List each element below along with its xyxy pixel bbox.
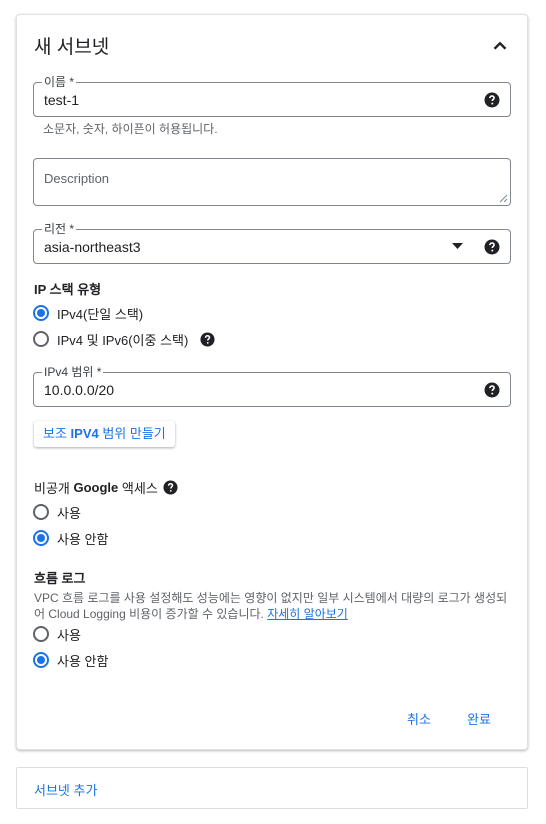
name-hint: 소문자, 숫자, 하이픈이 허용됩니다. (43, 122, 218, 136)
radio-label: 사용 안함 (57, 653, 109, 669)
radio-button[interactable] (33, 652, 49, 668)
button-bold: IPV4 (70, 426, 99, 441)
help-icon[interactable] (484, 382, 500, 398)
region-label: 리전 * (42, 221, 77, 237)
ip-stack-title: IP 스택 유형 (34, 282, 102, 297)
ipv4-range-value: 10.0.0.0/20 (44, 382, 115, 398)
radio-label: 사용 안함 (57, 531, 109, 547)
ipv4-range-field[interactable]: IPv4 범위 * 10.0.0.0/20 (33, 364, 511, 407)
radio-flow-logs-on[interactable]: 사용 (33, 624, 81, 644)
name-field-value: test-1 (44, 92, 80, 108)
add-subnet-label: 서브넷 추가 (34, 783, 98, 798)
region-value: asia-northeast3 (44, 239, 141, 255)
help-icon[interactable] (200, 331, 215, 347)
dropdown-arrow-icon[interactable] (452, 243, 463, 250)
radio-button[interactable] (33, 626, 49, 642)
help-icon[interactable] (163, 480, 178, 495)
new-subnet-card: 새 서브넷 이름 * test-1 소문자, 숫자, 하이픈이 허용됩니다. D… (16, 14, 528, 750)
radio-ipv4-ipv6-dual[interactable]: IPv4 및 IPv6(이중 스택) (33, 329, 215, 349)
description-placeholder: Description (44, 171, 110, 186)
help-icon[interactable] (484, 92, 500, 108)
radio-button[interactable] (33, 530, 49, 546)
radio-label: 사용 (57, 505, 81, 521)
flow-logs-description: VPC 흐름 로그를 사용 설정해도 성능에는 영향이 없지만 일부 시스템에서… (34, 590, 512, 622)
radio-button[interactable] (33, 331, 49, 347)
radio-label: 사용 (57, 627, 81, 643)
name-field[interactable]: 이름 * test-1 (33, 74, 511, 117)
cancel-button[interactable]: 취소 (407, 709, 431, 728)
region-select[interactable]: 리전 * asia-northeast3 (33, 221, 511, 264)
radio-label: IPv4 및 IPv6(이중 스택) (57, 332, 189, 348)
radio-button[interactable] (33, 305, 49, 321)
radio-ipv4-single[interactable]: IPv4(단일 스택) (33, 303, 143, 323)
done-button[interactable]: 완료 (467, 709, 491, 728)
private-google-access-title: 비공개 Google 액세스 (34, 478, 178, 497)
button-suffix: 범위 만들기 (98, 426, 166, 441)
ipv4-range-label: IPv4 범위 * (42, 364, 104, 380)
radio-label: IPv4(단일 스택) (57, 306, 144, 322)
title-suffix: 액세스 (118, 481, 158, 496)
learn-more-link[interactable]: 자세히 알아보기 (267, 607, 348, 621)
radio-private-access-on[interactable]: 사용 (33, 502, 81, 522)
add-subnet-button[interactable]: 서브넷 추가 (16, 767, 528, 809)
flow-logs-title: 흐름 로그 (34, 571, 86, 586)
create-secondary-ipv4-range-button[interactable]: 보조 IPV4 범위 만들기 (34, 421, 175, 447)
help-icon[interactable] (484, 239, 500, 255)
chevron-up-icon[interactable] (489, 35, 511, 57)
name-field-label: 이름 * (42, 74, 77, 90)
card-title: 새 서브넷 (34, 37, 110, 58)
radio-button[interactable] (33, 504, 49, 520)
button-prefix: 보조 (43, 426, 71, 441)
title-bold: Google (73, 480, 119, 495)
resize-handle-icon[interactable] (499, 194, 508, 203)
title-prefix: 비공개 (34, 481, 74, 496)
radio-flow-logs-off[interactable]: 사용 안함 (33, 650, 108, 670)
radio-private-access-off[interactable]: 사용 안함 (33, 528, 108, 548)
description-field[interactable]: Description (33, 158, 511, 206)
